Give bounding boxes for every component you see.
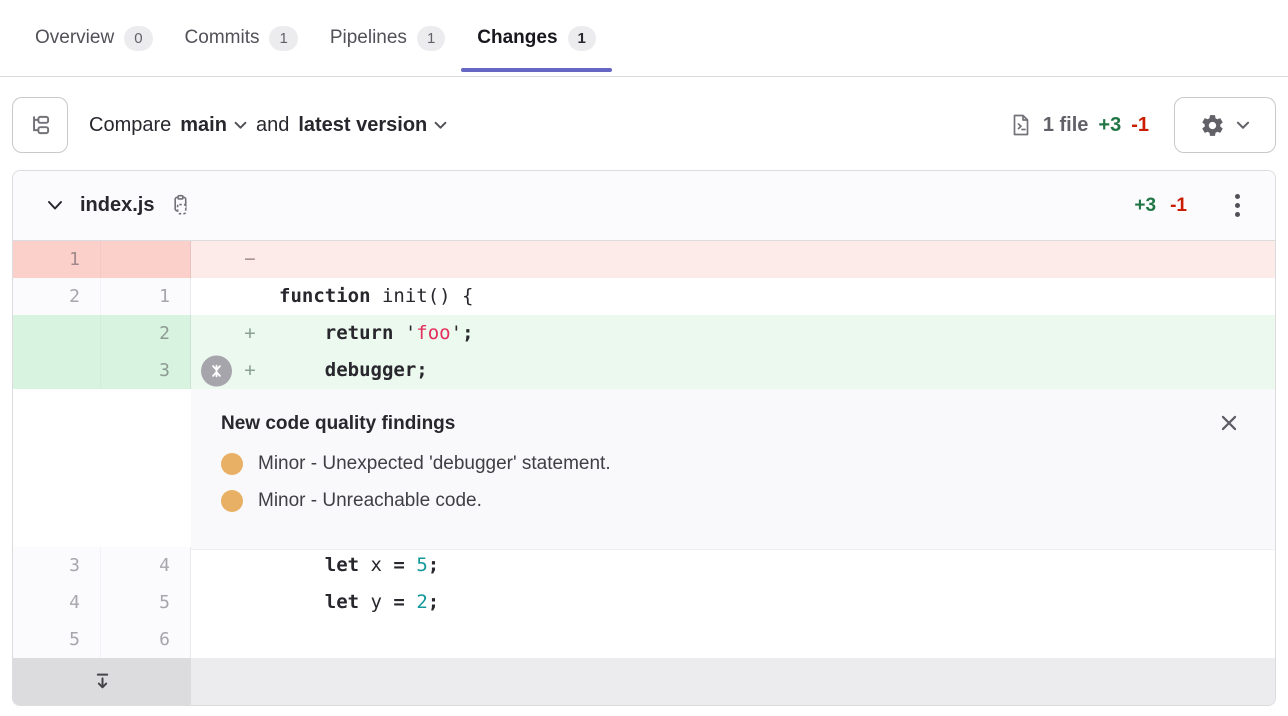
line-content xyxy=(191,621,1275,658)
file-options-kebab-button[interactable] xyxy=(1217,186,1257,226)
old-line-number[interactable]: 2 xyxy=(13,278,101,315)
diff-marker: + xyxy=(235,315,265,352)
old-line-number[interactable] xyxy=(13,352,101,389)
new-line-number[interactable]: 6 xyxy=(101,621,191,658)
collapse-file-chevron-icon[interactable] xyxy=(47,200,63,211)
file-tree-toggle-button[interactable] xyxy=(12,97,68,153)
close-findings-button[interactable] xyxy=(1215,409,1243,437)
new-line-number[interactable] xyxy=(101,241,191,278)
tab-pipelines-count: 1 xyxy=(417,26,445,51)
diff-settings-button[interactable] xyxy=(1174,97,1276,153)
code-line: let y = 2; xyxy=(279,591,439,613)
file-additions: +3 xyxy=(1134,195,1156,217)
code-quality-panel-row: New code quality findings Minor - Unexpec… xyxy=(13,389,1275,547)
additions-count: +3 xyxy=(1098,114,1121,137)
finding-item: Minor - Unexpected 'debugger' statement. xyxy=(221,453,1245,475)
collapse-findings-icon xyxy=(208,362,225,379)
old-line-number[interactable]: 1 xyxy=(13,241,101,278)
tab-commits-count: 1 xyxy=(269,26,297,51)
diff-table: 1−21function init() {2+ return 'foo';3+ … xyxy=(13,241,1275,705)
panel-gutter xyxy=(13,389,191,550)
diff-marker: − xyxy=(235,241,265,278)
finding-item: Minor - Unreachable code. xyxy=(221,490,1245,512)
chevron-down-icon xyxy=(234,121,247,130)
diff-marker: + xyxy=(235,352,265,389)
close-icon xyxy=(1218,412,1240,434)
doc-code-icon xyxy=(1009,113,1033,137)
old-line-number[interactable]: 3 xyxy=(13,547,101,584)
source-branch-dropdown[interactable]: main xyxy=(180,114,247,137)
new-line-number[interactable]: 1 xyxy=(101,278,191,315)
chevron-down-icon xyxy=(1236,121,1250,130)
diff-row-added: 2+ return 'foo'; xyxy=(13,315,1275,352)
copy-clipboard-icon xyxy=(168,194,191,217)
source-branch-name: main xyxy=(180,114,227,137)
diff-row-context: 21 function init() { xyxy=(13,278,1275,315)
new-line-number[interactable]: 5 xyxy=(101,584,191,621)
file-deletions: -1 xyxy=(1170,195,1187,217)
code-line: debugger; xyxy=(279,359,428,381)
expand-row-filler xyxy=(191,658,1275,705)
copy-file-path-button[interactable] xyxy=(168,194,191,217)
compare-label: Compare xyxy=(89,114,171,137)
line-content: + return 'foo'; xyxy=(191,315,1275,352)
file-name[interactable]: index.js xyxy=(80,194,154,217)
finding-text: Minor - Unexpected 'debugger' statement. xyxy=(258,453,611,475)
diff-file-header: index.js +3 -1 xyxy=(13,171,1275,241)
tab-commits[interactable]: Commits 1 xyxy=(169,0,314,76)
gear-icon xyxy=(1200,113,1225,138)
and-label: and xyxy=(256,114,289,137)
compare-bar: Compare main and latest version 1 file xyxy=(0,77,1288,170)
code-quality-panel: New code quality findings Minor - Unexpec… xyxy=(191,389,1275,550)
line-content: − xyxy=(191,241,1275,278)
target-version-name: latest version xyxy=(298,114,427,137)
expand-row xyxy=(13,658,1275,705)
diff-row-context: 45 let y = 2; xyxy=(13,584,1275,621)
changed-files-summary: 1 file +3 -1 xyxy=(1009,113,1149,137)
tab-changes-count: 1 xyxy=(568,26,596,51)
finding-text: Minor - Unreachable code. xyxy=(258,490,482,512)
tab-pipelines-label: Pipelines xyxy=(330,27,407,49)
expand-down-button[interactable] xyxy=(13,658,191,705)
deletions-count: -1 xyxy=(1131,114,1149,137)
diff-row-removed: 1− xyxy=(13,241,1275,278)
file-tree-icon xyxy=(27,112,53,138)
new-line-number[interactable]: 4 xyxy=(101,547,191,584)
code-line: function init() { xyxy=(279,285,473,307)
tab-overview[interactable]: Overview 0 xyxy=(19,0,169,76)
diff-row-added: 3+ debugger; xyxy=(13,352,1275,389)
severity-minor-icon xyxy=(221,453,243,475)
file-diff-stats: +3 -1 xyxy=(1134,195,1187,217)
old-line-number[interactable]: 4 xyxy=(13,584,101,621)
old-line-number[interactable]: 5 xyxy=(13,621,101,658)
expand-down-icon xyxy=(92,671,113,692)
tab-pipelines[interactable]: Pipelines 1 xyxy=(314,0,461,76)
line-content: function init() { xyxy=(191,278,1275,315)
severity-minor-icon xyxy=(221,490,243,512)
findings-title: New code quality findings xyxy=(221,413,1245,435)
new-line-number[interactable]: 3 xyxy=(101,352,191,389)
chevron-down-icon xyxy=(434,121,447,130)
code-line: return 'foo'; xyxy=(279,322,474,344)
tab-overview-count: 0 xyxy=(124,26,152,51)
diff-file-card: index.js +3 -1 1−21function init() {2+ r… xyxy=(12,170,1276,706)
target-version-dropdown[interactable]: latest version xyxy=(298,114,447,137)
compare-versions-text: Compare main and latest version xyxy=(89,114,447,137)
diff-row-context: 34 let x = 5; xyxy=(13,547,1275,584)
mr-tab-bar: Overview 0 Commits 1 Pipelines 1 Changes… xyxy=(0,0,1288,77)
new-line-number[interactable]: 2 xyxy=(101,315,191,352)
old-line-number[interactable] xyxy=(13,315,101,352)
line-content: + debugger; xyxy=(191,352,1275,389)
tab-changes[interactable]: Changes 1 xyxy=(461,0,612,76)
diff-row-context: 56 xyxy=(13,621,1275,658)
tab-changes-label: Changes xyxy=(477,27,557,49)
file-count: 1 file xyxy=(1043,114,1089,137)
tab-overview-label: Overview xyxy=(35,27,114,49)
code-line: let x = 5; xyxy=(279,554,439,576)
tab-commits-label: Commits xyxy=(185,27,260,49)
line-content: let y = 2; xyxy=(191,584,1275,621)
code-quality-indicator[interactable] xyxy=(201,355,232,386)
line-content: let x = 5; xyxy=(191,547,1275,584)
